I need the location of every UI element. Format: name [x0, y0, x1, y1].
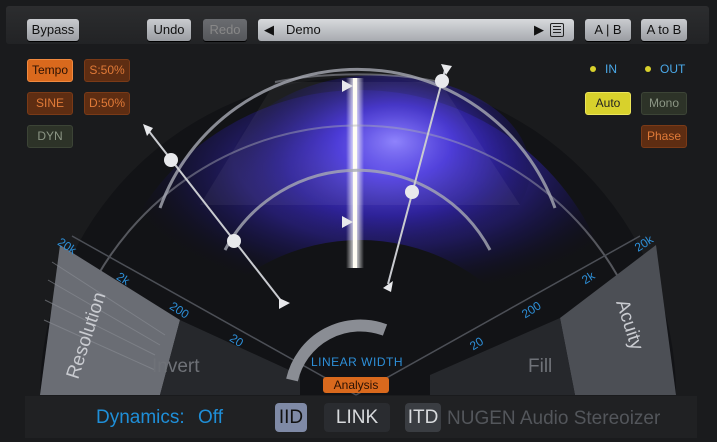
left-outer-handle [164, 153, 178, 167]
in-led-icon [590, 66, 596, 72]
a-to-b-button[interactable]: A to B [641, 19, 687, 41]
dynamics-value[interactable]: Off [198, 407, 223, 429]
dynamics-label: Dynamics: [96, 407, 185, 428]
stereoizer-plugin-window: 20k 2k 200 20 20k 2k 200 20 Resolution I… [0, 0, 717, 442]
bypass-button[interactable]: Bypass [27, 19, 79, 41]
fill-label: Fill [528, 356, 552, 377]
redo-button[interactable]: Redo [203, 19, 247, 41]
dyn-button[interactable]: DYN [27, 125, 73, 148]
brand-logo-text: NUGEN Audio Stereoizer [447, 408, 661, 429]
preset-name: Demo [286, 22, 321, 37]
auto-button[interactable]: Auto [585, 92, 631, 115]
link-button[interactable]: LINK [324, 403, 390, 432]
analysis-button[interactable]: Analysis [323, 377, 389, 393]
invert-label: Invert [152, 356, 200, 377]
out-led-icon [645, 66, 651, 72]
preset-selector[interactable]: ◀ Demo ▶ [258, 19, 574, 41]
mono-button[interactable]: Mono [641, 92, 687, 115]
right-top-arrow-icon [441, 64, 452, 75]
left-inner-handle [227, 234, 241, 248]
sine-button[interactable]: SINE [27, 92, 73, 115]
itd-button[interactable]: ITD [405, 403, 441, 432]
ab-compare-button[interactable]: A | B [585, 19, 631, 41]
right-inner-handle [405, 185, 419, 199]
linear-width-label: LINEAR WIDTH [310, 355, 403, 369]
iid-button[interactable]: IID [275, 403, 307, 432]
next-preset-icon[interactable]: ▶ [534, 19, 544, 41]
in-label: IN [605, 62, 617, 76]
right-outer-handle [435, 74, 449, 88]
phase-button[interactable]: Phase [641, 125, 687, 148]
preset-menu-icon[interactable] [550, 23, 564, 37]
sync-button[interactable]: S:50% [84, 59, 130, 82]
tempo-button[interactable]: Tempo [27, 59, 73, 82]
prev-preset-icon[interactable]: ◀ [264, 19, 274, 41]
out-label: OUT [660, 62, 686, 76]
undo-button[interactable]: Undo [147, 19, 191, 41]
depth-button[interactable]: D:50% [84, 92, 130, 115]
